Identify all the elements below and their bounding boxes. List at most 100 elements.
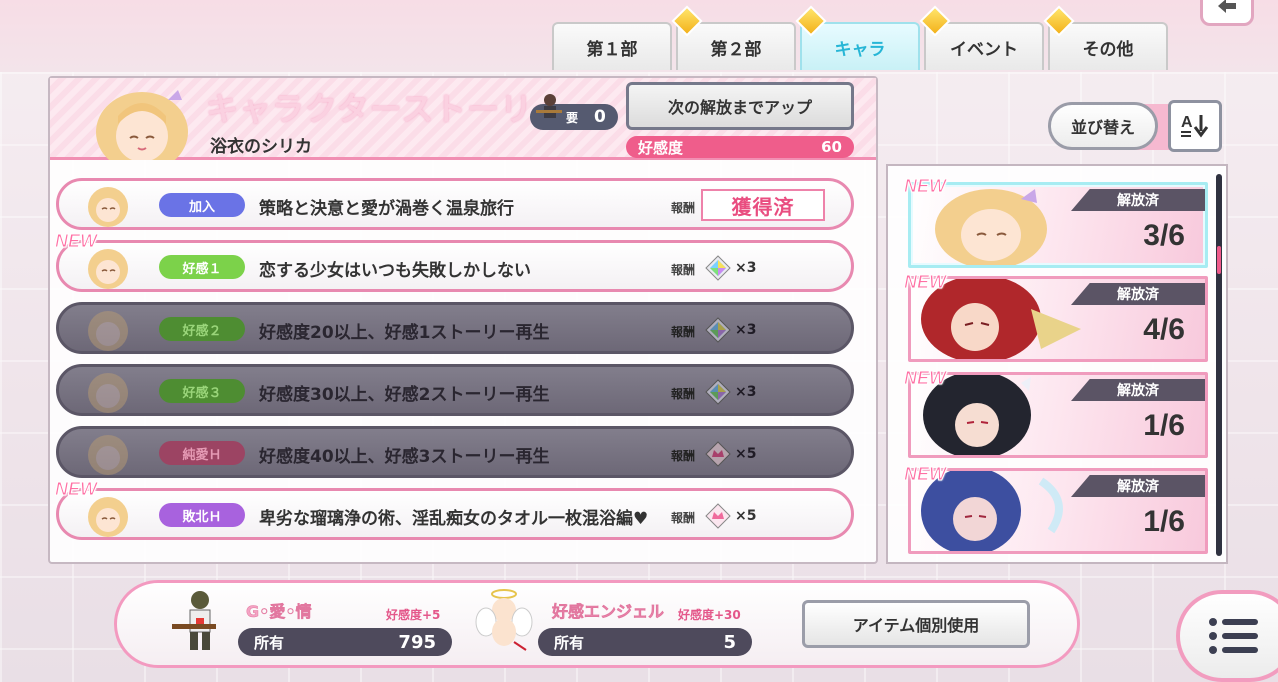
story-row[interactable]: 加入 策略と決意と愛が渦巻く温泉旅行 報酬 獲得済 bbox=[56, 178, 854, 230]
crown-gem-icon bbox=[705, 441, 731, 467]
owned-value: 795 bbox=[398, 631, 436, 653]
unlock-status: 解放済 bbox=[1071, 189, 1205, 211]
story-tag: 加入 bbox=[159, 193, 245, 217]
character-face-icon bbox=[85, 245, 131, 289]
character-portrait bbox=[78, 80, 206, 160]
story-title: 好感度20以上、好感1ストーリー再生 bbox=[259, 323, 550, 343]
story-tag: 好感１ bbox=[159, 255, 245, 279]
unlock-count: 1/6 bbox=[1143, 505, 1185, 538]
reward-count: ×3 bbox=[735, 260, 757, 276]
tab-character[interactable]: キャラ bbox=[795, 5, 920, 70]
character-card[interactable]: 解放済 4/6 bbox=[908, 276, 1208, 362]
story-row-locked: 好感３ 好感度30以上、好感2ストーリー再生 報酬 ×3 bbox=[56, 364, 854, 416]
unlock-count: 3/6 bbox=[1143, 219, 1185, 252]
story-tag: 純愛Ｈ bbox=[159, 441, 245, 465]
story-row[interactable]: NEW 好感１ 恋する少女はいつも失敗しかしない 報酬 ×3 bbox=[55, 231, 854, 292]
soldier-item-icon bbox=[170, 588, 230, 654]
sort-order-button[interactable]: A bbox=[1168, 100, 1222, 152]
story-title: 卑劣な瑠璃浄の術、淫乱痴女のタオル一枚混浴編♥ bbox=[259, 509, 649, 529]
sort-az-icon: A bbox=[1181, 114, 1209, 138]
use-item-button[interactable]: アイテム個別使用 bbox=[802, 600, 1030, 648]
story-list: 加入 策略と決意と愛が渦巻く温泉旅行 報酬 獲得済 NEW 好感１ 恋する少女は… bbox=[55, 178, 854, 550]
sort-button[interactable]: 並び替え bbox=[1048, 102, 1158, 150]
new-badge: NEW bbox=[904, 176, 947, 197]
affinity-value: 60 bbox=[821, 138, 842, 156]
story-title: 好感度40以上、好感3ストーリー再生 bbox=[259, 447, 550, 467]
scrollbar-thumb[interactable] bbox=[1217, 246, 1221, 274]
character-name: 浴衣のシリカ bbox=[210, 137, 312, 157]
item-owned-box: 所有 795 bbox=[238, 628, 452, 656]
character-card[interactable]: 解放済 3/6 bbox=[908, 182, 1208, 268]
tab-label: イベント bbox=[950, 39, 1018, 59]
tab-part1[interactable]: 第１部 bbox=[552, 22, 672, 70]
reward-count: ×5 bbox=[735, 508, 757, 524]
crystal-gem-icon bbox=[705, 317, 731, 343]
story-tag: 敗北Ｈ bbox=[159, 503, 245, 527]
story-row[interactable]: NEW 敗北Ｈ 卑劣な瑠璃浄の術、淫乱痴女のタオル一枚混浴編♥ 報酬 ×5 bbox=[55, 479, 854, 540]
character-face-icon bbox=[85, 431, 131, 475]
character-face-icon bbox=[85, 369, 131, 413]
category-tabs: 第１部 第２部 キャラ イベント その他 bbox=[552, 5, 1168, 70]
story-title: 恋する少女はいつも失敗しかしない bbox=[259, 261, 531, 281]
menu-button[interactable] bbox=[1176, 590, 1278, 682]
reward-label: 報酬 bbox=[671, 387, 696, 401]
reward-label: 報酬 bbox=[671, 449, 696, 463]
new-badge: NEW bbox=[904, 464, 947, 485]
character-mini-icon bbox=[530, 94, 566, 130]
requirement-value: 0 bbox=[594, 107, 606, 127]
new-badge: NEW bbox=[904, 368, 947, 389]
item-name: G◦愛◦情 bbox=[246, 602, 312, 622]
unlock-status: 解放済 bbox=[1071, 379, 1205, 401]
unlock-status: 解放済 bbox=[1071, 283, 1205, 305]
character-face-icon bbox=[85, 493, 131, 537]
reward-label: 報酬 bbox=[671, 325, 696, 339]
story-tag: 好感３ bbox=[159, 379, 245, 403]
new-badge: NEW bbox=[904, 272, 947, 293]
tab-label: 第１部 bbox=[586, 39, 638, 59]
back-button[interactable] bbox=[1200, 0, 1254, 26]
tab-event[interactable]: イベント bbox=[919, 5, 1044, 70]
requirement-badge: 要 0 bbox=[530, 94, 618, 130]
tab-label: その他 bbox=[1082, 39, 1134, 59]
owned-label: 所有 bbox=[254, 633, 285, 652]
reward-count: ×3 bbox=[735, 322, 757, 338]
unlock-status: 解放済 bbox=[1071, 475, 1205, 497]
tab-other[interactable]: その他 bbox=[1043, 5, 1168, 70]
unlock-next-button[interactable]: 次の解放までアップ bbox=[626, 82, 854, 130]
menu-icon bbox=[1209, 618, 1258, 654]
reward-label: 報酬 bbox=[671, 201, 696, 215]
crown-gem-icon bbox=[705, 503, 731, 529]
reward-label: 報酬 bbox=[671, 511, 696, 525]
owned-label: 所有 bbox=[554, 633, 585, 652]
character-card[interactable]: 解放済 1/6 bbox=[908, 468, 1208, 554]
item-bonus: 好感度+5 bbox=[386, 608, 441, 622]
tab-label: 第２部 bbox=[710, 39, 762, 59]
unlock-count: 1/6 bbox=[1143, 409, 1185, 442]
reward-count: ×3 bbox=[735, 384, 757, 400]
owned-value: 5 bbox=[723, 631, 736, 653]
story-title: 好感度30以上、好感2ストーリー再生 bbox=[259, 385, 550, 405]
affinity-label: 好感度 bbox=[638, 138, 684, 157]
character-face-icon bbox=[85, 307, 131, 351]
back-arrow-icon bbox=[1218, 0, 1236, 13]
item-bonus: 好感度+30 bbox=[678, 608, 741, 622]
character-thumbnail bbox=[911, 185, 1101, 265]
scrollbar-track[interactable] bbox=[1216, 174, 1222, 556]
story-row-locked: 純愛Ｈ 好感度40以上、好感3ストーリー再生 報酬 ×5 bbox=[56, 426, 854, 478]
item-name: 好感エンジェル bbox=[552, 602, 665, 622]
character-card[interactable]: 解放済 1/6 bbox=[908, 372, 1208, 458]
tab-part2[interactable]: 第２部 bbox=[671, 5, 796, 70]
character-face-icon bbox=[85, 183, 131, 227]
angel-item-icon bbox=[474, 588, 534, 654]
svg-text:A: A bbox=[1181, 114, 1193, 131]
tab-label: キャラ bbox=[834, 39, 886, 59]
item-owned-box: 所有 5 bbox=[538, 628, 752, 656]
story-row-locked: 好感２ 好感度20以上、好感1ストーリー再生 報酬 ×3 bbox=[56, 302, 854, 354]
reward-label: 報酬 bbox=[671, 263, 696, 277]
crystal-gem-icon bbox=[705, 379, 731, 405]
reward-acquired-stamp: 獲得済 bbox=[701, 189, 825, 221]
story-tag: 好感２ bbox=[159, 317, 245, 341]
affinity-bar: 好感度 60 bbox=[626, 136, 854, 158]
story-title: 策略と決意と愛が渦巻く温泉旅行 bbox=[259, 199, 514, 219]
reward-count: ×5 bbox=[735, 446, 757, 462]
